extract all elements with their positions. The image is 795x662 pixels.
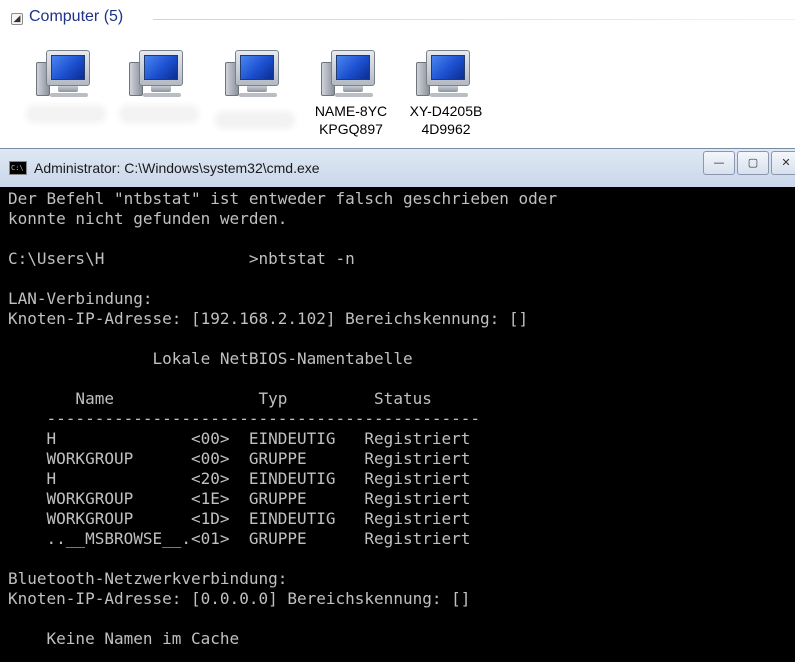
computer-icon [321,42,381,100]
console-line: WORKGROUP <1D> EINDEUTIG Registriert [8,509,471,528]
console-line: H <20> EINDEUTIG Registriert [8,469,471,488]
console-line: Name Typ Status [8,389,432,408]
computer-list: NAME-8YC KPGQ897 XY-D4205B 4D9962 [0,42,795,147]
console-line: Knoten-IP-Adresse: [0.0.0.0] Bereichsken… [8,589,471,608]
console-line: Lokale NetBIOS-Namentabelle [8,349,413,368]
computer-item[interactable] [210,42,300,147]
console-line: WORKGROUP <00> GRUPPE Registriert [8,449,471,468]
computer-item[interactable] [114,42,204,147]
computer-name-line2: KPGQ897 [319,121,383,137]
console-line: Bluetooth-Netzwerkverbindung: [8,569,288,588]
computer-icon [129,42,189,100]
console-line: ----------------------------------------… [8,409,481,428]
minimize-button[interactable]: — [703,151,735,175]
computer-item[interactable]: NAME-8YC KPGQ897 [306,42,396,147]
console-line: H <00> EINDEUTIG Registriert [8,429,471,448]
console-text: Der Befehl "ntbstat" ist entweder falsch… [8,189,557,649]
console-output[interactable]: Der Befehl "ntbstat" ist entweder falsch… [0,187,795,662]
redacted-label [218,114,292,126]
console-line: WORKGROUP <1E> GRUPPE Registriert [8,489,471,508]
console-line: konnte nicht gefunden werden. [8,209,288,228]
computer-name: XY-D4205B 4D9962 [401,102,491,138]
group-title: Computer (5) [29,8,124,25]
computer-name-line1: NAME-8YC [314,103,388,119]
group-divider [153,19,795,20]
close-button[interactable]: ✕ [771,151,795,175]
computer-name-line1: XY-D4205B [409,103,483,119]
console-line: Der Befehl "ntbstat" ist entweder falsch… [8,189,558,208]
cmd-icon[interactable]: C:\ [9,161,27,175]
computer-group-header[interactable]: ◢ Computer (5) [8,8,795,32]
collapse-chevron-icon[interactable]: ◢ [11,13,23,25]
computer-name-line2: 4D9962 [421,121,471,137]
console-line: Knoten-IP-Adresse: [192.168.2.102] Berei… [8,309,529,328]
console-line: ..__MSBROWSE__.<01> GRUPPE Registriert [8,529,471,548]
computer-item[interactable] [21,42,111,147]
redacted-label [122,108,196,120]
cmd-window[interactable]: C:\ Administrator: C:\Windows\system32\c… [0,148,795,662]
window-title: Administrator: C:\Windows\system32\cmd.e… [34,160,320,176]
computer-item[interactable]: XY-D4205B 4D9962 [401,42,491,147]
console-line: Keine Namen im Cache [8,629,240,648]
computer-icon [225,42,285,100]
computer-icon [416,42,476,100]
computer-icon [36,42,96,100]
maximize-button[interactable]: ▢ [737,151,769,175]
console-line: C:\Users\H >nbtstat -n [8,249,355,268]
redacted-label [29,108,103,120]
computer-name: NAME-8YC KPGQ897 [306,102,396,138]
console-line: LAN-Verbindung: [8,289,153,308]
title-bar[interactable]: C:\ Administrator: C:\Windows\system32\c… [0,149,795,187]
